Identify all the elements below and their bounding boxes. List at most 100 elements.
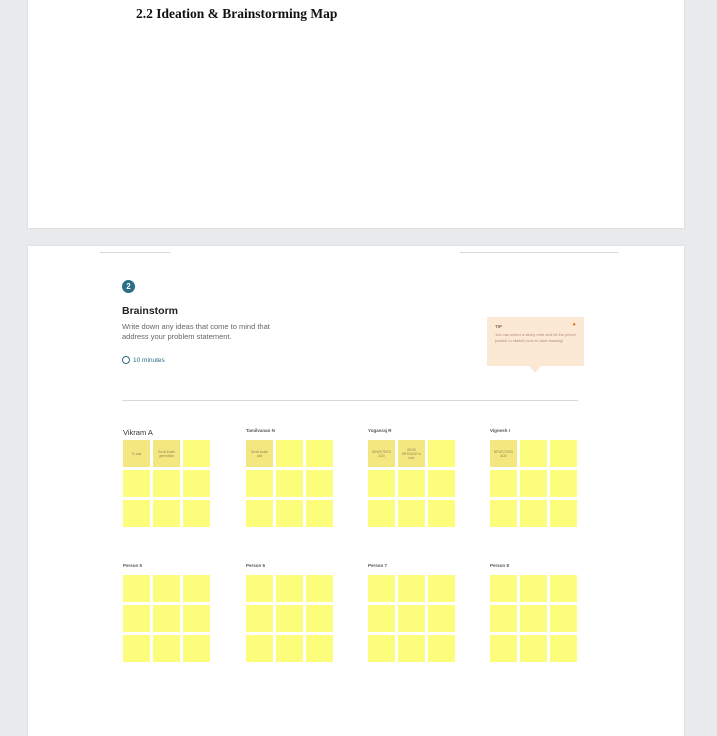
sticky-note[interactable] <box>276 635 303 662</box>
sticky-note[interactable] <box>306 575 333 602</box>
sticky-note[interactable] <box>183 470 210 497</box>
section-description: Write down any ideas that come to mind t… <box>122 322 270 341</box>
sticky-note[interactable] <box>550 635 577 662</box>
sticky-note-grid: Scroll inside add <box>246 440 333 527</box>
sticky-note[interactable] <box>550 575 577 602</box>
sticky-note[interactable] <box>428 575 455 602</box>
sticky-note[interactable] <box>123 605 150 632</box>
sticky-note[interactable] <box>398 470 425 497</box>
sticky-note[interactable] <box>550 440 577 467</box>
sticky-note[interactable] <box>153 635 180 662</box>
sticky-note[interactable] <box>520 470 547 497</box>
person-group: Person 5 <box>123 563 210 662</box>
sticky-note[interactable] <box>153 605 180 632</box>
sticky-note[interactable] <box>123 470 150 497</box>
sticky-note[interactable] <box>153 470 180 497</box>
sticky-note[interactable] <box>368 500 395 527</box>
sticky-note[interactable]: NEWS FEED ADD <box>490 440 517 467</box>
sticky-note[interactable] <box>520 440 547 467</box>
sticky-note[interactable] <box>520 605 547 632</box>
person-name: Person 6 <box>246 563 266 568</box>
sticky-note-grid: To add Scroll inside generation <box>123 440 210 527</box>
person-name: Person 8 <box>490 563 510 568</box>
sticky-note[interactable]: SEND MESSAGE to user <box>398 440 425 467</box>
section-title: Brainstorm <box>122 305 179 317</box>
document-page-2: 2 Brainstorm Write down any ideas that c… <box>28 246 684 736</box>
sticky-note[interactable] <box>520 635 547 662</box>
sticky-note[interactable] <box>306 470 333 497</box>
sticky-note[interactable] <box>183 440 210 467</box>
document-page-1: 2.2 Ideation & Brainstorming Map <box>28 0 684 228</box>
person-group: Vignesh I NEWS FEED ADD <box>490 428 577 527</box>
sticky-note[interactable] <box>550 470 577 497</box>
sticky-note[interactable] <box>153 575 180 602</box>
sticky-note[interactable] <box>123 500 150 527</box>
sticky-note[interactable] <box>246 575 273 602</box>
sticky-note[interactable] <box>490 605 517 632</box>
person-group: Vikram A To add Scroll inside generation <box>123 428 210 527</box>
sticky-note[interactable] <box>246 635 273 662</box>
sticky-note[interactable] <box>123 635 150 662</box>
sticky-note[interactable] <box>306 440 333 467</box>
sticky-note[interactable] <box>153 500 180 527</box>
sticky-note[interactable] <box>306 500 333 527</box>
sticky-note[interactable] <box>183 635 210 662</box>
sticky-note[interactable] <box>398 500 425 527</box>
sticky-note[interactable] <box>183 605 210 632</box>
sticky-note[interactable]: Scroll inside add <box>246 440 273 467</box>
section-divider <box>122 400 578 401</box>
timer-label: 10 minutes <box>133 356 165 364</box>
sticky-note[interactable] <box>398 635 425 662</box>
sticky-note[interactable]: NEWS FEED ADD <box>368 440 395 467</box>
tip-text: You can select a sticky note and hit the… <box>495 332 576 343</box>
sticky-note[interactable] <box>428 500 455 527</box>
sticky-note[interactable] <box>123 575 150 602</box>
sticky-note[interactable] <box>398 575 425 602</box>
sticky-note[interactable] <box>428 605 455 632</box>
person-name: Vignesh I <box>490 428 510 433</box>
sticky-note[interactable] <box>490 470 517 497</box>
sticky-note[interactable] <box>276 575 303 602</box>
sticky-note-grid <box>246 575 333 662</box>
sticky-note[interactable] <box>246 500 273 527</box>
sticky-note[interactable] <box>550 605 577 632</box>
sticky-note[interactable] <box>520 500 547 527</box>
sticky-note[interactable] <box>368 575 395 602</box>
sticky-note[interactable] <box>490 575 517 602</box>
sticky-note[interactable] <box>276 605 303 632</box>
sticky-note[interactable] <box>276 440 303 467</box>
lightbulb-icon: ● <box>572 322 576 328</box>
person-group: Person 8 <box>490 563 577 662</box>
sticky-note[interactable] <box>306 605 333 632</box>
sticky-note[interactable] <box>276 470 303 497</box>
top-divider-right <box>460 252 618 253</box>
person-name: Yuganraj R <box>368 428 392 433</box>
sticky-note[interactable] <box>246 470 273 497</box>
page-heading: 2.2 Ideation & Brainstorming Map <box>136 6 338 21</box>
sticky-note[interactable]: To add <box>123 440 150 467</box>
sticky-note[interactable] <box>368 605 395 632</box>
sticky-note[interactable] <box>183 500 210 527</box>
sticky-note[interactable] <box>246 605 273 632</box>
sticky-note[interactable] <box>490 500 517 527</box>
sticky-note[interactable] <box>183 575 210 602</box>
sticky-note[interactable] <box>368 470 395 497</box>
person-group: Yuganraj R NEWS FEED ADD SEND MESSAGE to u… <box>368 428 455 527</box>
sticky-note[interactable]: Scroll inside generation <box>153 440 180 467</box>
sticky-note[interactable] <box>520 575 547 602</box>
sticky-note[interactable] <box>428 440 455 467</box>
sticky-note[interactable] <box>490 635 517 662</box>
person-name: Person 5 <box>123 563 143 568</box>
tip-callout: TIP ● You can select a sticky note and h… <box>487 317 584 373</box>
sticky-note-grid: NEWS FEED ADD <box>490 440 577 527</box>
sticky-note-grid: NEWS FEED ADD SEND MESSAGE to user <box>368 440 455 527</box>
sticky-note[interactable] <box>398 605 425 632</box>
person-group: Person 7 <box>368 563 455 662</box>
sticky-note[interactable] <box>306 635 333 662</box>
sticky-note[interactable] <box>428 470 455 497</box>
sticky-note[interactable] <box>276 500 303 527</box>
person-group: Tamilvanan N Scroll inside add <box>246 428 333 527</box>
sticky-note[interactable] <box>550 500 577 527</box>
sticky-note[interactable] <box>428 635 455 662</box>
sticky-note[interactable] <box>368 635 395 662</box>
